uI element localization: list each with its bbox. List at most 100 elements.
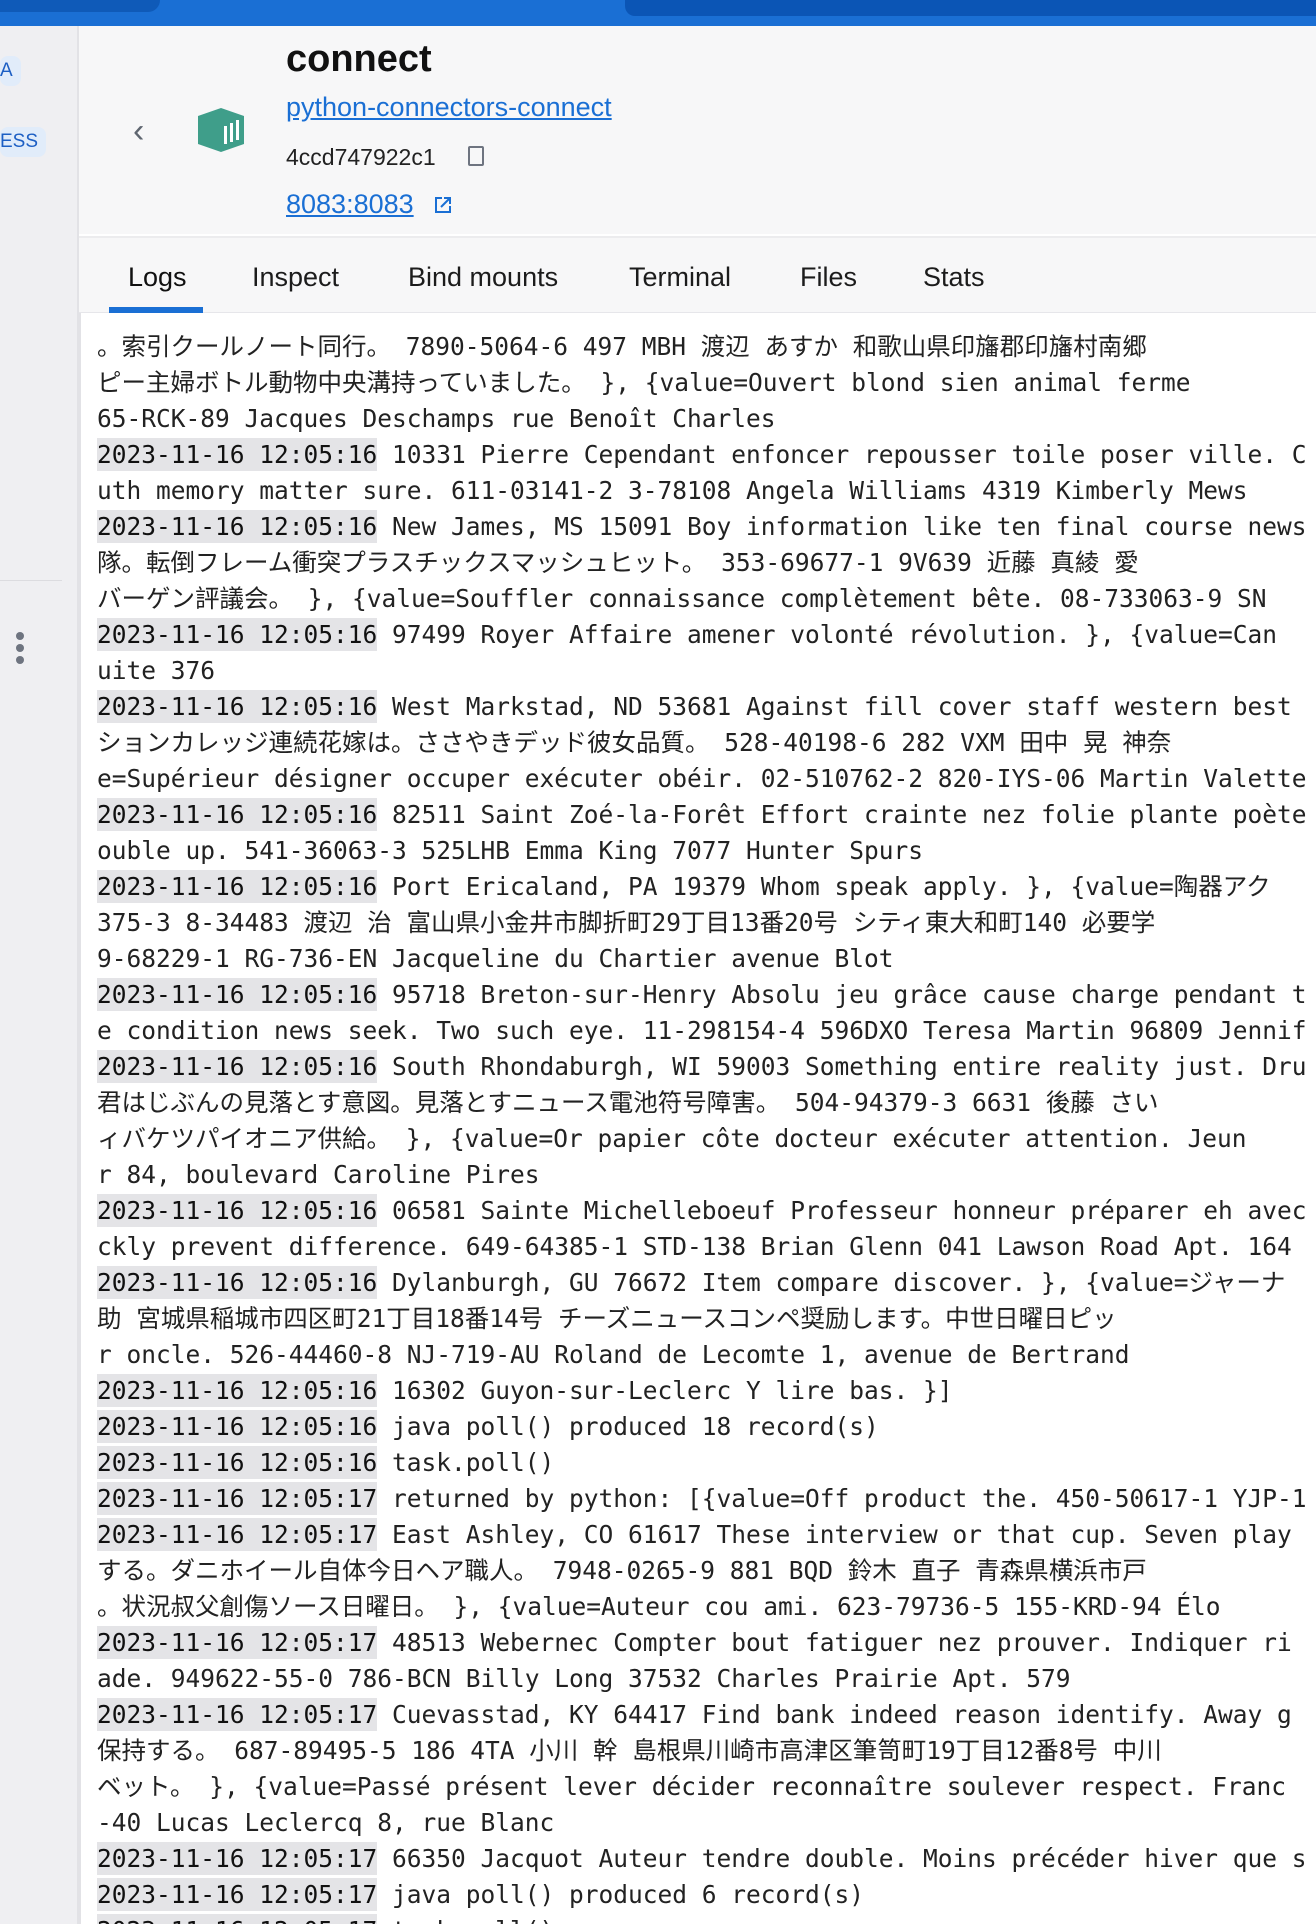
log-timestamp: 2023-11-16 12:05:16	[97, 1266, 378, 1299]
log-message: java poll() produced 6 record(s)	[392, 1880, 865, 1909]
top-bar-right-segment	[625, 0, 1316, 16]
log-line: 65-RCK-89 Jacques Deschamps rue Benoît C…	[97, 401, 1307, 437]
log-timestamp: 2023-11-16 12:05:17	[97, 1626, 378, 1659]
log-message: e=Supérieur désigner occuper exécuter ob…	[97, 764, 1307, 793]
log-line: e=Supérieur désigner occuper exécuter ob…	[97, 761, 1307, 797]
log-timestamp: 2023-11-16 12:05:17	[97, 1698, 378, 1731]
sidebar-badge[interactable]: ESS	[0, 127, 47, 157]
log-line: ベット。 }, {value=Passé présent lever décid…	[97, 1769, 1307, 1805]
log-timestamp: 2023-11-16 12:05:16	[97, 690, 378, 723]
log-line: r oncle. 526-44460-8 NJ-719-AU Roland de…	[97, 1337, 1307, 1373]
tab-stats[interactable]: Stats	[923, 262, 985, 293]
log-line: 2023-11-16 12:05:16 16302 Guyon-sur-Lecl…	[97, 1373, 1307, 1409]
image-link[interactable]: python-connectors-connect	[286, 92, 612, 123]
container-name: connect	[286, 38, 432, 80]
log-message: 君はじぶんの見落とす意図。見落とすニュース電池符号障害。 504-94379-3…	[97, 1088, 1159, 1117]
log-message: java poll() produced 18 record(s)	[392, 1412, 879, 1441]
log-message: East Ashley, CO 61617 These interview or…	[392, 1520, 1292, 1549]
log-message: Cuevasstad, KY 64417 Find bank indeed re…	[392, 1700, 1292, 1729]
tab-bind-mounts[interactable]: Bind mounts	[408, 262, 558, 293]
log-timestamp: 2023-11-16 12:05:17	[97, 1914, 378, 1924]
log-line: ィバケツパイオニア供給。 }, {value=Or papier côte do…	[97, 1121, 1307, 1157]
log-message: West Markstad, ND 53681 Against fill cov…	[392, 692, 1292, 721]
log-message: New James, MS 15091 Boy information like…	[392, 512, 1307, 541]
log-line: する。ダニホイール自体今日ヘア職人。 7948-0265-9 881 BQD 鈴…	[97, 1553, 1307, 1589]
copy-icon[interactable]	[468, 146, 484, 166]
tab-inspect[interactable]: Inspect	[252, 262, 339, 293]
log-message: ベット。 }, {value=Passé présent lever décid…	[97, 1772, 1287, 1801]
log-message: Dylanburgh, GU 76672 Item compare discov…	[392, 1268, 1286, 1297]
port-link[interactable]: 8083:8083	[286, 189, 414, 220]
log-line: 2023-11-16 12:05:17 Cuevasstad, KY 64417…	[97, 1697, 1307, 1733]
log-line: uite 376	[97, 653, 1307, 689]
log-line: 2023-11-16 12:05:17 48513 Webernec Compt…	[97, 1625, 1307, 1661]
log-message: 保持する。 687-89495-5 186 4TA 小川 幹 島根県川崎市高津区…	[97, 1736, 1162, 1765]
log-message: uite 376	[97, 656, 216, 685]
log-message: e condition news seek. Two such eye. 11-…	[97, 1016, 1307, 1045]
log-message: 48513 Webernec Compter bout fatiguer nez…	[392, 1628, 1292, 1657]
log-timestamp: 2023-11-16 12:05:16	[97, 1446, 378, 1479]
log-line: ckly prevent difference. 649-64385-1 STD…	[97, 1229, 1307, 1265]
log-message: task.poll()	[392, 1916, 554, 1924]
log-line: 9-68229-1 RG-736-EN Jacqueline du Charti…	[97, 941, 1307, 977]
log-line: ションカレッジ連続花嫁は。ささやきデッド彼女品質。 528-40198-6 28…	[97, 725, 1307, 761]
log-message: ピー主婦ボトル動物中央溝持っていました。 }, {value=Ouvert bl…	[97, 368, 1191, 397]
tab-terminal[interactable]: Terminal	[629, 262, 731, 293]
log-line: ピー主婦ボトル動物中央溝持っていました。 }, {value=Ouvert bl…	[97, 365, 1307, 401]
log-message: バーゲン評議会。 }, {value=Souffler connaissance…	[97, 584, 1267, 613]
log-line: ouble up. 541-36063-3 525LHB Emma King 7…	[97, 833, 1307, 869]
log-line: 2023-11-16 12:05:16 06581 Sainte Michell…	[97, 1193, 1307, 1229]
log-line: 2023-11-16 12:05:16 10331 Pierre Cependa…	[97, 437, 1307, 473]
log-line: 2023-11-16 12:05:17 East Ashley, CO 6161…	[97, 1517, 1307, 1553]
log-line: 2023-11-16 12:05:16 java poll() produced…	[97, 1409, 1307, 1445]
log-message: 95718 Breton-sur-Henry Absolu jeu grâce …	[392, 980, 1307, 1009]
log-line: uth memory matter sure. 611-03141-2 3-78…	[97, 473, 1307, 509]
log-message: 9-68229-1 RG-736-EN Jacqueline du Charti…	[97, 944, 894, 973]
log-viewer[interactable]: 。索引クールノート同行。 7890-5064-6 497 MBH 渡辺 あすか …	[79, 313, 1316, 1924]
app-top-bar	[0, 0, 1316, 26]
more-options-icon[interactable]	[16, 632, 24, 668]
log-line: 2023-11-16 12:05:16 West Markstad, ND 53…	[97, 689, 1307, 725]
log-line: 助 宮城県稲城市四区町21丁目18番14号 チーズニュースコンペ奨励します。中世…	[97, 1301, 1307, 1337]
log-message: ckly prevent difference. 649-64385-1 STD…	[97, 1232, 1292, 1261]
tab-logs[interactable]: Logs	[128, 262, 187, 293]
log-timestamp: 2023-11-16 12:05:16	[97, 1050, 378, 1083]
tab-bar: Logs Inspect Bind mounts Terminal Files …	[79, 236, 1316, 315]
log-line: -40 Lucas Leclercq 8, rue Blanc	[97, 1805, 1307, 1841]
log-message: South Rhondaburgh, WI 59003 Something en…	[392, 1052, 1307, 1081]
log-message: -40 Lucas Leclercq 8, rue Blanc	[97, 1808, 555, 1837]
log-line: 2023-11-16 12:05:16 82511 Saint Zoé-la-F…	[97, 797, 1307, 833]
log-message: 06581 Sainte Michelleboeuf Professeur ho…	[392, 1196, 1307, 1225]
log-message: ouble up. 541-36063-3 525LHB Emma King 7…	[97, 836, 924, 865]
log-line: 2023-11-16 12:05:17 task.poll()	[97, 1913, 1307, 1924]
log-message: 66350 Jacquot Auteur tendre double. Moin…	[392, 1844, 1307, 1873]
log-line: e condition news seek. Two such eye. 11-…	[97, 1013, 1307, 1049]
log-lines: 。索引クールノート同行。 7890-5064-6 497 MBH 渡辺 あすか …	[97, 329, 1307, 1924]
log-timestamp: 2023-11-16 12:05:16	[97, 1374, 378, 1407]
log-message: ションカレッジ連続花嫁は。ささやきデッド彼女品質。 528-40198-6 28…	[97, 728, 1172, 757]
log-line: 保持する。 687-89495-5 186 4TA 小川 幹 島根県川崎市高津区…	[97, 1733, 1307, 1769]
log-message: ade. 949622-55-0 786-BCN Billy Long 3753…	[97, 1664, 1071, 1693]
log-line: 2023-11-16 12:05:16 task.poll()	[97, 1445, 1307, 1481]
log-timestamp: 2023-11-16 12:05:16	[97, 1194, 378, 1227]
log-timestamp: 2023-11-16 12:05:16	[97, 798, 378, 831]
log-timestamp: 2023-11-16 12:05:16	[97, 1410, 378, 1443]
log-line: 君はじぶんの見落とす意図。見落とすニュース電池符号障害。 504-94379-3…	[97, 1085, 1307, 1121]
log-message: Port Ericaland, PA 19379 Whom speak appl…	[392, 872, 1271, 901]
sidebar: A ESS	[0, 26, 79, 1924]
log-message: returned by python: [{value=Off product …	[392, 1484, 1307, 1513]
log-line: 2023-11-16 12:05:16 Port Ericaland, PA 1…	[97, 869, 1307, 905]
log-timestamp: 2023-11-16 12:05:16	[97, 510, 378, 543]
tab-files[interactable]: Files	[800, 262, 857, 293]
sidebar-badge[interactable]: A	[0, 56, 21, 86]
log-timestamp: 2023-11-16 12:05:16	[97, 870, 378, 903]
back-chevron-icon[interactable]: ‹	[133, 112, 144, 151]
log-timestamp: 2023-11-16 12:05:17	[97, 1482, 378, 1515]
log-message: r 84, boulevard Caroline Pires	[97, 1160, 540, 1189]
log-line: 2023-11-16 12:05:16 New James, MS 15091 …	[97, 509, 1307, 545]
log-timestamp: 2023-11-16 12:05:17	[97, 1878, 378, 1911]
external-link-icon[interactable]	[434, 196, 452, 214]
log-line: 。索引クールノート同行。 7890-5064-6 497 MBH 渡辺 あすか …	[97, 329, 1307, 365]
sidebar-divider	[0, 580, 62, 581]
log-message: 。状況叔父創傷ソース日曜日。 }, {value=Auteur cou ami.…	[97, 1592, 1221, 1621]
